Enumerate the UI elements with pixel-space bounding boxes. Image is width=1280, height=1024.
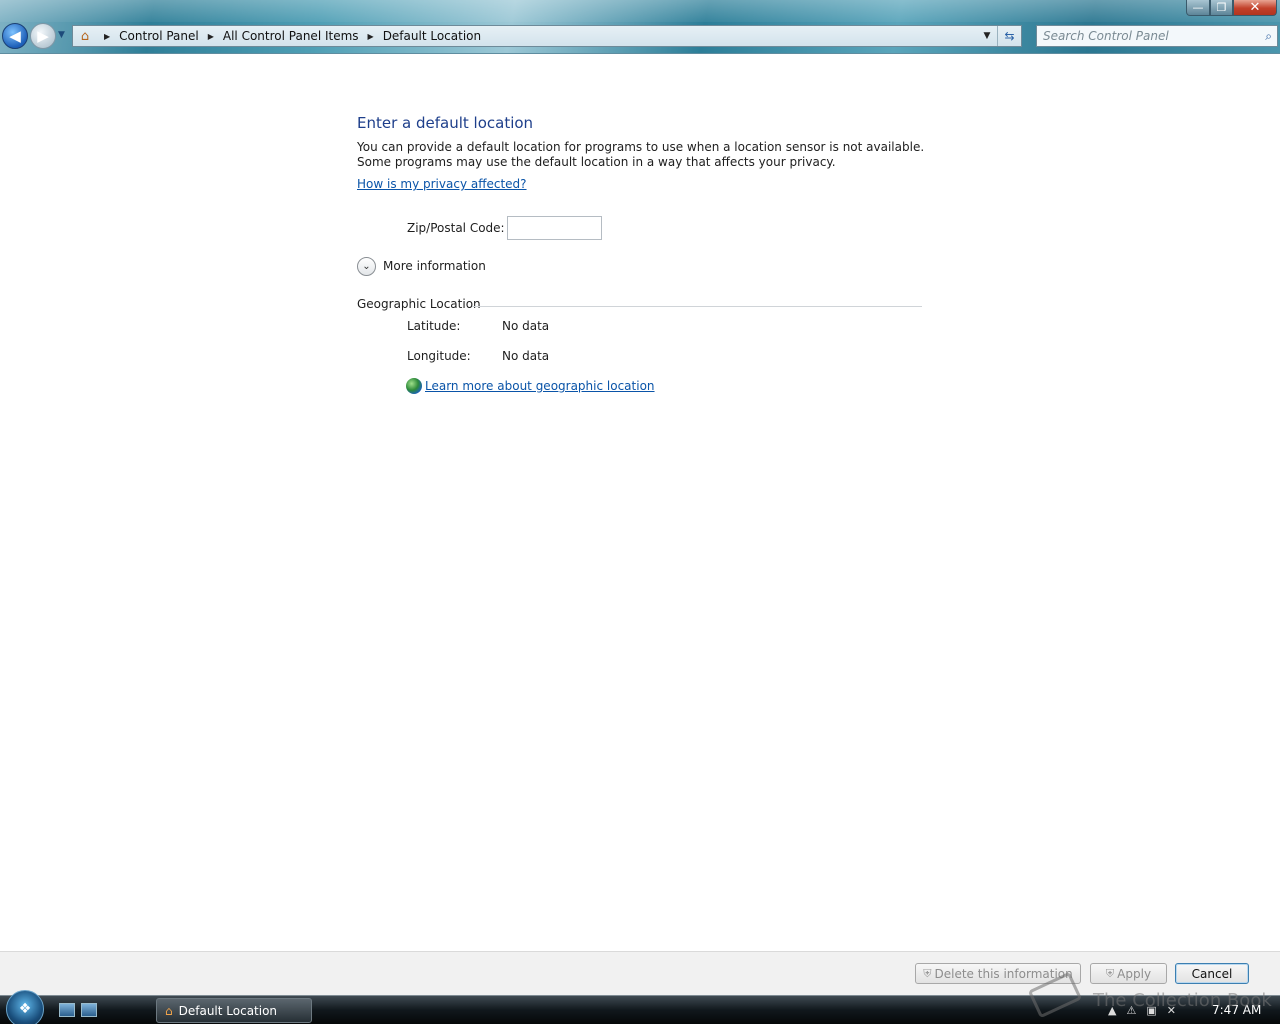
expand-more-info-button[interactable]: ⌄ <box>357 257 376 276</box>
forward-button[interactable]: ▶ <box>30 23 56 49</box>
taskbar-item-default-location[interactable]: ⌂ Default Location <box>156 998 312 1023</box>
chevron-right-icon[interactable]: ▶ <box>104 32 110 41</box>
privacy-link[interactable]: How is my privacy affected? <box>357 177 527 191</box>
refresh-button[interactable]: ⇆ <box>997 26 1021 46</box>
start-button[interactable]: ❖ <box>6 990 44 1024</box>
taskbar: ❖ ⌂ Default Location ▲ ⚠ ▣ ✕ 7:47 AM <box>0 990 1280 1024</box>
back-button[interactable]: ◀ <box>2 23 28 49</box>
windows-logo-icon: ❖ <box>18 1001 32 1017</box>
zip-field[interactable] <box>507 216 602 240</box>
show-desktop-icon[interactable] <box>59 1003 75 1017</box>
zip-label: Zip/Postal Code: <box>407 221 505 235</box>
chevron-down-icon[interactable]: ▼ <box>979 28 995 44</box>
uac-shield-icon: ⛨ <box>1105 966 1115 980</box>
window-frame: — ❐ ✕ ◀ ▶ ▼ ⌂ ▶ Control Panel ▶ All Cont… <box>0 0 1280 54</box>
footer-bar: ⛨ Delete this information ⛨ Apply Cancel <box>0 951 1280 995</box>
close-button[interactable]: ✕ <box>1233 0 1277 16</box>
longitude-value: No data <box>502 349 550 363</box>
uac-shield-icon: ⛨ <box>923 966 932 980</box>
latitude-label: Latitude: <box>407 319 461 333</box>
breadcrumb-all-items[interactable]: All Control Panel Items <box>223 29 359 43</box>
chevron-right-icon[interactable]: ▶ <box>368 32 374 41</box>
minimize-button[interactable]: — <box>1186 0 1210 16</box>
switch-windows-icon[interactable] <box>81 1003 97 1017</box>
longitude-label: Longitude: <box>407 349 471 363</box>
maximize-button[interactable]: ❐ <box>1210 0 1233 16</box>
chevron-down-icon: ⌄ <box>362 261 371 272</box>
recent-pages-dropdown[interactable]: ▼ <box>58 30 65 40</box>
description-line-2: Some programs may use the default locati… <box>357 155 836 169</box>
page-title: Enter a default location <box>357 114 534 132</box>
forward-arrow-icon: ▶ <box>37 27 49 45</box>
section-divider <box>472 306 922 307</box>
learn-more-geo-link[interactable]: Learn more about geographic location <box>425 379 655 393</box>
breadcrumb-control-panel[interactable]: Control Panel <box>119 29 199 43</box>
globe-icon <box>406 378 422 394</box>
more-info-label[interactable]: More information <box>383 259 486 273</box>
watermark-text: The Collection Book <box>1093 990 1272 1011</box>
apply-button-label: Apply <box>1117 966 1152 981</box>
search-box[interactable]: ⌕ <box>1036 25 1278 47</box>
address-bar[interactable]: ⌂ ▶ Control Panel ▶ All Control Panel It… <box>72 25 1022 47</box>
description-line-1: You can provide a default location for p… <box>357 140 925 154</box>
control-panel-icon: ⌂ <box>165 1003 173 1018</box>
cancel-button-label: Cancel <box>1191 966 1233 981</box>
back-arrow-icon: ◀ <box>9 27 21 45</box>
geographic-location-heading: Geographic Location <box>357 297 481 311</box>
taskbar-item-label: Default Location <box>178 1003 278 1018</box>
chevron-right-icon[interactable]: ▶ <box>208 32 214 41</box>
latitude-value: No data <box>502 319 550 333</box>
apply-button[interactable]: ⛨ Apply <box>1090 963 1167 984</box>
search-icon[interactable]: ⌕ <box>1265 29 1272 44</box>
breadcrumb-default-location[interactable]: Default Location <box>383 29 481 43</box>
frame-gloss <box>0 0 1280 22</box>
content-pane: Enter a default location You can provide… <box>0 55 1280 951</box>
control-panel-icon: ⌂ <box>80 28 90 44</box>
search-input[interactable] <box>1043 29 1253 43</box>
cancel-button[interactable]: Cancel <box>1175 963 1249 984</box>
